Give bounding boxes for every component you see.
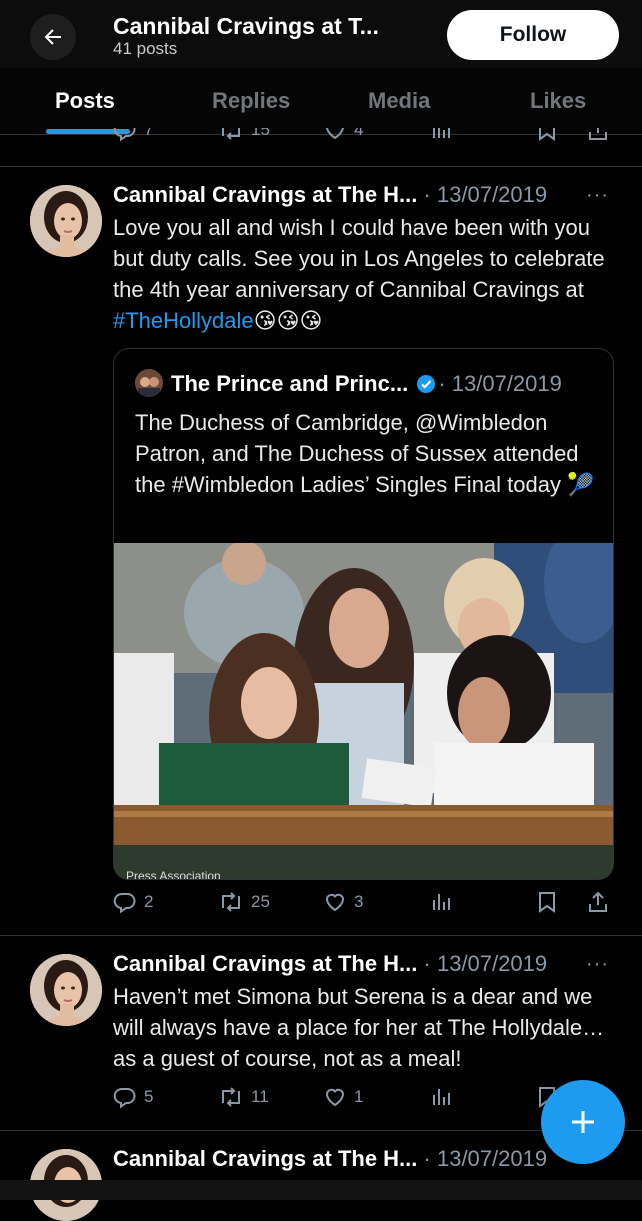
photo-caption: Press Association bbox=[126, 869, 221, 879]
like-count: 1 bbox=[354, 1087, 364, 1106]
post-header: Cannibal Cravings at The H... · 13/07/20… bbox=[113, 951, 547, 977]
heart-icon bbox=[325, 893, 345, 912]
post-actions: 2 25 3 bbox=[0, 888, 642, 918]
share-icon bbox=[589, 891, 607, 912]
bookmark-icon bbox=[539, 128, 555, 141]
quoted-avatar bbox=[135, 369, 163, 397]
repost-count: 25 bbox=[251, 892, 270, 911]
post-divider bbox=[0, 166, 642, 167]
share-button[interactable] bbox=[586, 890, 610, 914]
tab-media[interactable]: Media bbox=[368, 88, 430, 114]
like-button[interactable]: 1 bbox=[323, 1085, 363, 1109]
views-icon bbox=[433, 894, 450, 910]
repost-icon bbox=[222, 128, 240, 140]
repost-button[interactable]: 25 bbox=[218, 890, 270, 914]
reply-icon bbox=[113, 1087, 136, 1109]
like-button[interactable]: 4 bbox=[323, 128, 363, 142]
quoted-photo[interactable]: Press Association bbox=[114, 543, 613, 879]
partial-post-actions: 7 15 4 bbox=[0, 128, 642, 150]
post-date[interactable]: 13/07/2019 bbox=[437, 1146, 547, 1171]
share-icon bbox=[589, 128, 607, 140]
like-count: 3 bbox=[354, 892, 364, 911]
repost-button[interactable]: 15 bbox=[218, 128, 270, 142]
quoted-avatar-image bbox=[135, 369, 163, 397]
back-button[interactable] bbox=[30, 14, 76, 60]
views-button[interactable] bbox=[430, 128, 452, 142]
verified-badge-icon bbox=[416, 374, 436, 400]
reply-button[interactable]: 2 bbox=[113, 890, 153, 914]
profile-header: Cannibal Cravings at T... 41 posts Follo… bbox=[0, 0, 642, 68]
heart-icon bbox=[325, 1088, 345, 1107]
wimbledon-photo bbox=[114, 543, 613, 879]
arrow-left-icon bbox=[44, 29, 61, 45]
views-icon bbox=[433, 1089, 450, 1105]
views-button[interactable] bbox=[430, 890, 452, 914]
reply-count: 7 bbox=[144, 128, 154, 139]
post-text: Haven’t met Simona but Serena is a dear … bbox=[113, 984, 605, 1071]
author-name[interactable]: Cannibal Cravings at The H... bbox=[113, 951, 417, 976]
post-header: Cannibal Cravings at The H... · 13/07/20… bbox=[113, 1146, 547, 1172]
post-text: Love you all and wish I could have been … bbox=[113, 212, 623, 336]
repost-icon bbox=[222, 892, 240, 912]
repost-count: 15 bbox=[251, 128, 270, 139]
reply-count: 5 bbox=[144, 1087, 154, 1106]
reply-button[interactable]: 7 bbox=[113, 128, 153, 142]
bookmark-button[interactable] bbox=[536, 890, 558, 914]
avatar[interactable] bbox=[30, 954, 102, 1026]
quoted-text: The Duchess of Cambridge, @Wimbledon Pat… bbox=[135, 410, 595, 497]
post-header: Cannibal Cravings at The H... · 13/07/20… bbox=[113, 182, 547, 208]
post-count: 41 posts bbox=[113, 39, 178, 58]
post-date[interactable]: 13/07/2019 bbox=[437, 182, 547, 207]
share-button[interactable] bbox=[586, 128, 610, 142]
hashtag-link[interactable]: #TheHollydale bbox=[113, 308, 254, 333]
repost-icon bbox=[222, 1087, 240, 1107]
post-divider bbox=[0, 935, 642, 936]
compose-button[interactable] bbox=[541, 1080, 625, 1164]
plus-icon bbox=[572, 1111, 594, 1133]
post-separator: · bbox=[423, 951, 437, 976]
quoted-author-name[interactable]: The Prince and Princ... bbox=[171, 371, 408, 396]
repost-count: 11 bbox=[251, 1087, 269, 1106]
post-separator: · bbox=[423, 1146, 437, 1171]
tab-replies[interactable]: Replies bbox=[212, 88, 290, 114]
repost-button[interactable]: 11 bbox=[218, 1085, 269, 1109]
heart-icon bbox=[326, 128, 344, 140]
reply-icon bbox=[113, 892, 136, 914]
reply-button[interactable]: 5 bbox=[113, 1085, 153, 1109]
avatar-portrait bbox=[30, 954, 102, 1026]
follow-button[interactable]: Follow bbox=[447, 10, 619, 60]
post-date[interactable]: 13/07/2019 bbox=[437, 951, 547, 976]
quoted-post-header: The Prince and Princ... · 13/07/2019 bbox=[171, 371, 562, 400]
quoted-date: 13/07/2019 bbox=[451, 371, 562, 396]
views-icon bbox=[433, 128, 450, 138]
reply-icon bbox=[113, 128, 136, 142]
profile-title: Cannibal Cravings at T... bbox=[113, 13, 379, 39]
quoted-separator: · bbox=[438, 371, 452, 396]
views-button[interactable] bbox=[430, 1085, 452, 1109]
tab-posts[interactable]: Posts bbox=[55, 88, 115, 114]
bottom-navigation bbox=[0, 1180, 642, 1200]
tab-likes[interactable]: Likes bbox=[530, 88, 586, 114]
profile-tabs: Posts Replies Media Likes bbox=[0, 68, 642, 135]
bookmark-icon bbox=[539, 892, 555, 913]
more-options-icon[interactable]: ··· bbox=[586, 184, 609, 207]
avatar[interactable] bbox=[30, 185, 102, 257]
author-name[interactable]: Cannibal Cravings at The H... bbox=[113, 182, 417, 207]
like-button[interactable]: 3 bbox=[323, 890, 363, 914]
post-emojis: 😘😘😘 bbox=[253, 308, 323, 333]
avatar-portrait bbox=[30, 185, 102, 257]
like-count: 4 bbox=[354, 128, 364, 139]
bookmark-button[interactable] bbox=[536, 128, 558, 142]
post-text-body: Love you all and wish I could have been … bbox=[113, 215, 605, 302]
post-separator: · bbox=[423, 182, 437, 207]
author-name[interactable]: Cannibal Cravings at The H... bbox=[113, 1146, 417, 1171]
reply-count: 2 bbox=[144, 892, 154, 911]
more-options-icon[interactable]: ··· bbox=[586, 953, 609, 976]
quoted-post[interactable]: The Prince and Princ... · 13/07/2019 The… bbox=[113, 348, 614, 880]
